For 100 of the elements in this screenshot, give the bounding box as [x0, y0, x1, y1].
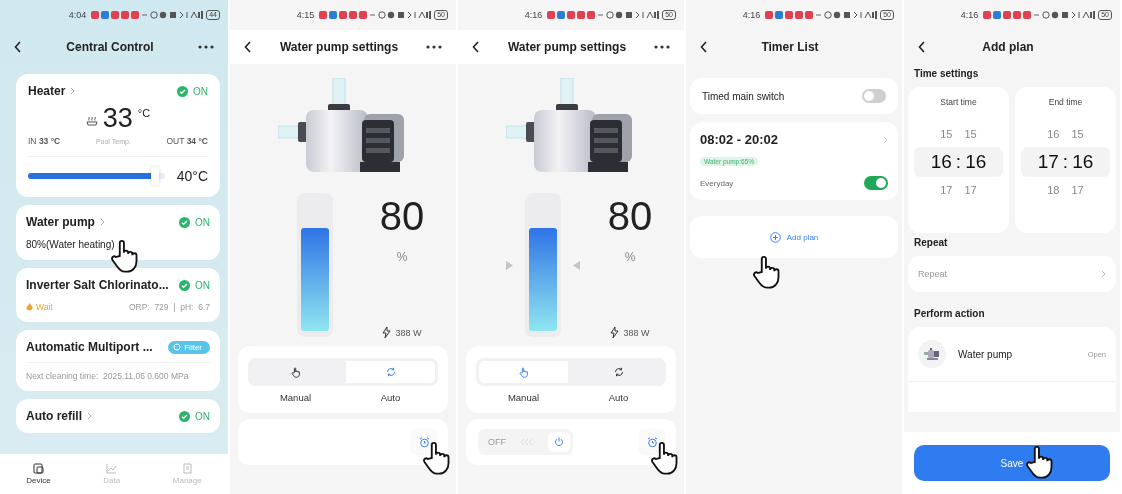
action-name: Water pump [958, 348, 1013, 360]
screen-title: Central Control [65, 40, 155, 54]
nav-tab[interactable]: Device [18, 463, 59, 485]
pump-icon [924, 348, 940, 360]
device-name: Automatic Multiport ... [26, 340, 153, 354]
device-name: Water pump [26, 215, 95, 229]
hand-icon [518, 366, 529, 378]
picker-value: 16 [930, 151, 952, 173]
status-time: 4:04 [68, 10, 87, 20]
picker-label: End time [1048, 97, 1083, 107]
picker-value: 16 [965, 151, 987, 173]
picker-label: Start time [940, 97, 977, 107]
repeat-text: Everyday [700, 178, 734, 188]
hand-icon [290, 366, 301, 378]
sync-icon [613, 367, 624, 377]
warning-text: Wait [36, 302, 53, 312]
picker-value: 17 [1071, 184, 1084, 196]
status-text: ON [193, 85, 208, 97]
status-time: 4:16 [524, 10, 543, 20]
picker-value: 15 [1071, 128, 1084, 140]
status-text: ON [195, 216, 210, 228]
chevrons-icon [520, 439, 534, 445]
more-icon[interactable] [198, 45, 214, 49]
status-time: 4:16 [742, 10, 761, 20]
add-plan-button[interactable]: Add plan [690, 216, 898, 258]
chevron-icon [70, 87, 76, 95]
time-separator: : [955, 151, 962, 173]
outlet-temperature: OUT 34 °C [166, 136, 208, 146]
section-heading: Repeat [914, 237, 949, 248]
back-icon[interactable] [918, 41, 926, 53]
chevron-icon [883, 135, 888, 144]
timer-time: 08:02 - 20:02 [700, 132, 779, 147]
badge-label: Filter [184, 342, 202, 352]
screen-title: Water pump settings [278, 40, 400, 54]
picker-value: 16 [1072, 151, 1094, 173]
speed-unit: % [624, 250, 636, 264]
heating-icon [85, 116, 98, 126]
device-name: Heater [28, 84, 66, 98]
lightning-icon [382, 327, 392, 338]
sync-icon [385, 367, 396, 377]
picker-value: 16 [1047, 128, 1060, 140]
switch-label: Timed main switch [702, 90, 785, 102]
power-icon [554, 437, 564, 447]
picker-value: 15 [940, 128, 953, 140]
device-card[interactable]: Water pump ON 80%(Water heating) [16, 205, 220, 260]
device-icon [33, 463, 44, 474]
alarm-clock-icon [418, 436, 430, 448]
picker-value: 17 [964, 184, 977, 196]
more-icon[interactable] [654, 45, 670, 49]
setpoint-value: 40°C [176, 168, 208, 184]
time-separator: : [1062, 151, 1069, 173]
back-icon[interactable] [244, 41, 252, 53]
device-name: Inverter Salt Chlorinato... [26, 278, 169, 292]
screen-title: Add plan [981, 40, 1035, 54]
time-picker[interactable]: Start time 15 15 16 : 16 17 17 [908, 87, 1009, 233]
status-text: ON [195, 410, 210, 422]
pool-temperature: 33 [102, 104, 133, 132]
device-name: Auto refill [26, 409, 82, 423]
power-reading: 388 W [395, 327, 422, 338]
ring-icon [173, 343, 182, 351]
speed-slider[interactable] [525, 193, 561, 337]
time-picker[interactable]: End time 16 15 17 : 16 18 17 [1015, 87, 1116, 233]
speed-slider[interactable] [297, 193, 333, 337]
picker-value: 18 [1047, 184, 1060, 196]
section-heading: Time settings [914, 68, 980, 79]
speed-value: 80 [379, 194, 425, 238]
back-icon[interactable] [14, 41, 22, 53]
chart-icon [106, 463, 118, 474]
inlet-temperature: IN 33 °C [28, 136, 61, 146]
document-icon [181, 463, 193, 474]
power-reading: 388 W [623, 327, 650, 338]
chlorine-reading: ORP: 729 | pH: 6.7 [128, 302, 210, 312]
picker-value: 17 [940, 184, 953, 196]
picker-value: 15 [964, 128, 977, 140]
device-detail: Next cleaning time: 2025.11.06 0.600 MPa [26, 371, 189, 381]
save-button[interactable]: Save [914, 445, 1110, 481]
status-time: 4:15 [296, 10, 315, 20]
picker-value: 17 [1037, 151, 1059, 173]
back-icon[interactable] [700, 41, 708, 53]
device-card[interactable]: Inverter Salt Chlorinato... ON Wait ORP: 729 | pH: 6.7 [16, 268, 220, 322]
device-detail: 80%(Water heating) [26, 239, 115, 250]
lightning-icon [610, 327, 620, 338]
speed-value: 80 [607, 194, 653, 238]
alarm-clock-icon [646, 436, 658, 448]
temperature-unit: °C [137, 107, 151, 119]
section-heading: Perform action [914, 308, 986, 319]
device-card[interactable]: Automatic Multiport ... Filter Next cleaning time: 2025.11.06 0.600 MPa [16, 330, 220, 391]
screen-title: Water pump settings [506, 40, 628, 54]
toggle-switch[interactable] [864, 176, 888, 190]
status-time: 4:16 [960, 10, 979, 20]
chevron-icon [1101, 270, 1106, 278]
more-icon[interactable] [426, 45, 442, 49]
speed-unit: % [396, 250, 408, 264]
plus-circle-icon [769, 231, 781, 243]
alarm-clock-button[interactable] [640, 430, 664, 454]
toggle-switch[interactable] [862, 89, 886, 103]
device-card[interactable]: Auto refill ON [16, 399, 220, 433]
alarm-clock-button[interactable] [412, 430, 436, 454]
temperature-slider[interactable] [28, 167, 165, 185]
back-icon[interactable] [472, 41, 480, 53]
